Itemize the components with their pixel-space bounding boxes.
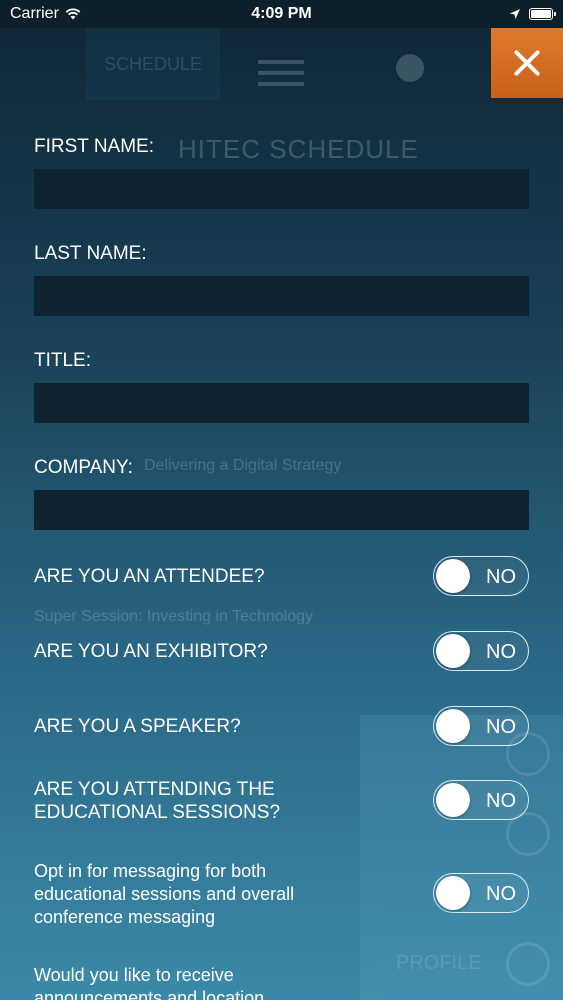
attendee-toggle[interactable]: NO: [433, 556, 529, 596]
toggle-label: NO: [486, 790, 516, 812]
battery-icon: [529, 8, 556, 20]
toggle-label: NO: [486, 883, 516, 905]
wifi-icon: [65, 8, 81, 20]
toggle-label: NO: [486, 716, 516, 738]
location-arrow-icon: [510, 9, 520, 19]
last-name-field[interactable]: [34, 276, 529, 316]
messaging-opt-in-toggle[interactable]: NO: [433, 873, 529, 913]
close-button[interactable]: [491, 28, 563, 98]
background-title: HITEC SCHEDULE: [178, 134, 419, 164]
toggle-knob: [436, 709, 470, 743]
toggle-knob: [436, 783, 470, 817]
menu-icon: [258, 60, 304, 88]
title-label: TITLE:: [34, 350, 92, 371]
toggle-knob: [436, 634, 470, 668]
toggle-label: NO: [486, 641, 516, 663]
educational-sessions-question: ARE YOU ATTENDING THE EDUCATIONAL SESSIO…: [34, 779, 281, 823]
messaging-opt-in-question: Opt in for messaging for both educationa…: [34, 861, 295, 927]
title-field[interactable]: [34, 383, 529, 423]
toggle-knob: [436, 559, 470, 593]
profile-icon: [506, 942, 550, 986]
speaker-question: ARE YOU A SPEAKER?: [34, 716, 241, 737]
speaker-toggle[interactable]: NO: [433, 706, 529, 746]
search-icon: [396, 54, 424, 82]
announcements-question: Would you like to receive announcements …: [34, 965, 265, 1000]
clock: 4:09 PM: [251, 5, 312, 22]
status-bar: Carrier 4:09 PM: [0, 0, 563, 28]
background-profile: PROFILE: [396, 952, 482, 974]
attendee-question: ARE YOU AN ATTENDEE?: [34, 566, 265, 587]
background-line-2: Super Session: Investing in Technology: [34, 608, 313, 625]
exhibitor-question: ARE YOU AN EXHIBITOR?: [34, 641, 268, 662]
company-label: COMPANY:: [34, 457, 133, 478]
background-line-1: Delivering a Digital Strategy: [144, 457, 342, 474]
schedule-tab: SCHEDULE: [86, 28, 220, 100]
exhibitor-toggle[interactable]: NO: [433, 631, 529, 671]
first-name-field[interactable]: [34, 169, 529, 209]
educational-sessions-toggle[interactable]: NO: [433, 780, 529, 820]
toggle-knob: [436, 876, 470, 910]
last-name-label: LAST NAME:: [34, 243, 147, 264]
first-name-label: FIRST NAME:: [34, 136, 154, 157]
toggle-label: NO: [486, 566, 516, 588]
carrier-label: Carrier: [10, 5, 59, 22]
company-field[interactable]: [34, 490, 529, 530]
